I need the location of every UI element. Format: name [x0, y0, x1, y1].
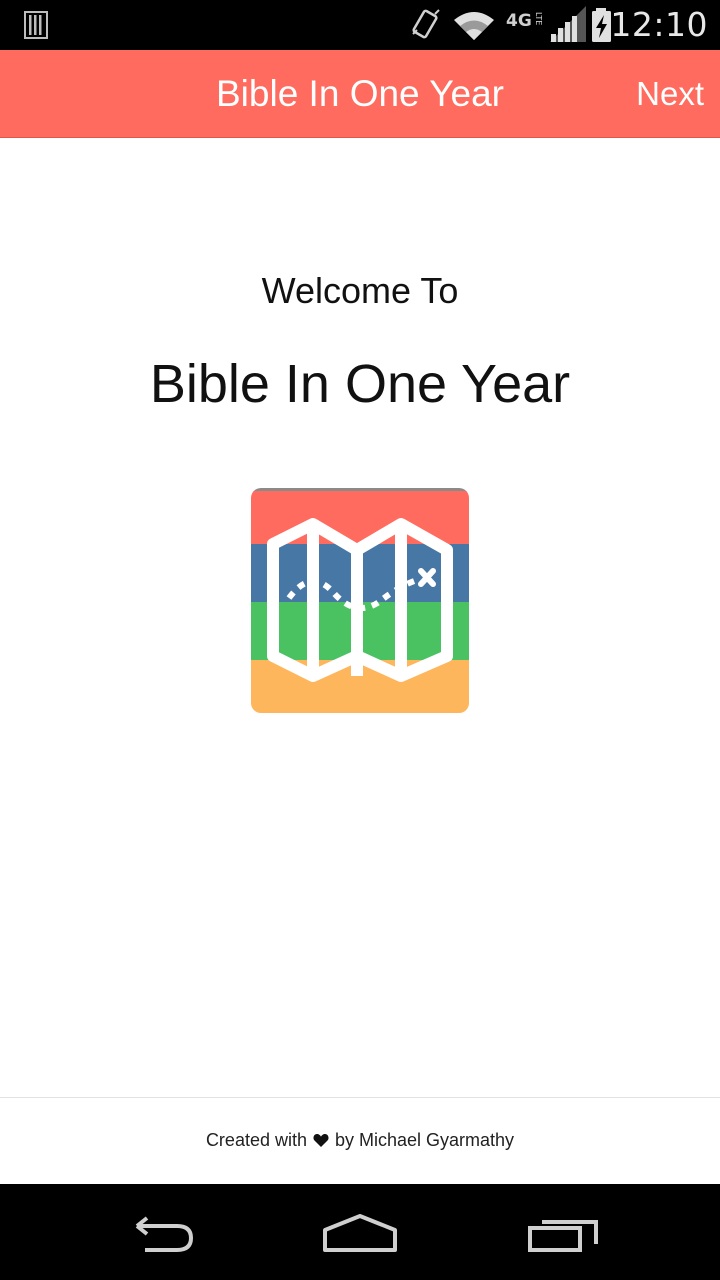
- author-text: by Michael Gyarmathy: [335, 1130, 515, 1150]
- status-bar: 4G LTE 12:10: [0, 0, 720, 50]
- app-bar-title: Bible In One Year: [216, 73, 504, 114]
- back-button[interactable]: [115, 1202, 205, 1262]
- map-route-icon: [251, 488, 469, 713]
- notification-icon: [24, 11, 48, 39]
- signal-icon: [550, 6, 586, 42]
- battery-charging-icon: [592, 8, 611, 42]
- wifi-icon: [454, 12, 494, 40]
- app-name-headline: Bible In One Year: [149, 354, 571, 414]
- next-button[interactable]: Next: [624, 50, 704, 137]
- svg-text:LTE: LTE: [534, 12, 543, 25]
- welcome-text: Welcome To: [261, 270, 459, 311]
- status-time: 12:10: [610, 5, 708, 44]
- welcome-screen: Welcome To Bible In One Year: [0, 138, 720, 1096]
- vibrate-icon: [412, 9, 440, 39]
- 4g-lte-icon: 4G LTE: [506, 11, 543, 31]
- created-with-text: Created with: [205, 1130, 307, 1150]
- recents-button[interactable]: [518, 1202, 608, 1262]
- credits-footer: Created with by Michael Gyarmathy: [0, 1097, 720, 1185]
- back-icon: [135, 1216, 194, 1252]
- recents-icon: [528, 1220, 598, 1252]
- navigation-bar: [0, 1184, 720, 1280]
- app-bar: Bible In One Year Next: [0, 50, 720, 138]
- home-button[interactable]: [315, 1202, 405, 1262]
- home-icon: [323, 1214, 397, 1252]
- heart-icon: [313, 1134, 329, 1147]
- status-icons: 4G LTE: [412, 6, 611, 42]
- svg-text:4G: 4G: [506, 11, 532, 31]
- credits-line: Created with by Michael Gyarmathy: [0, 1126, 720, 1154]
